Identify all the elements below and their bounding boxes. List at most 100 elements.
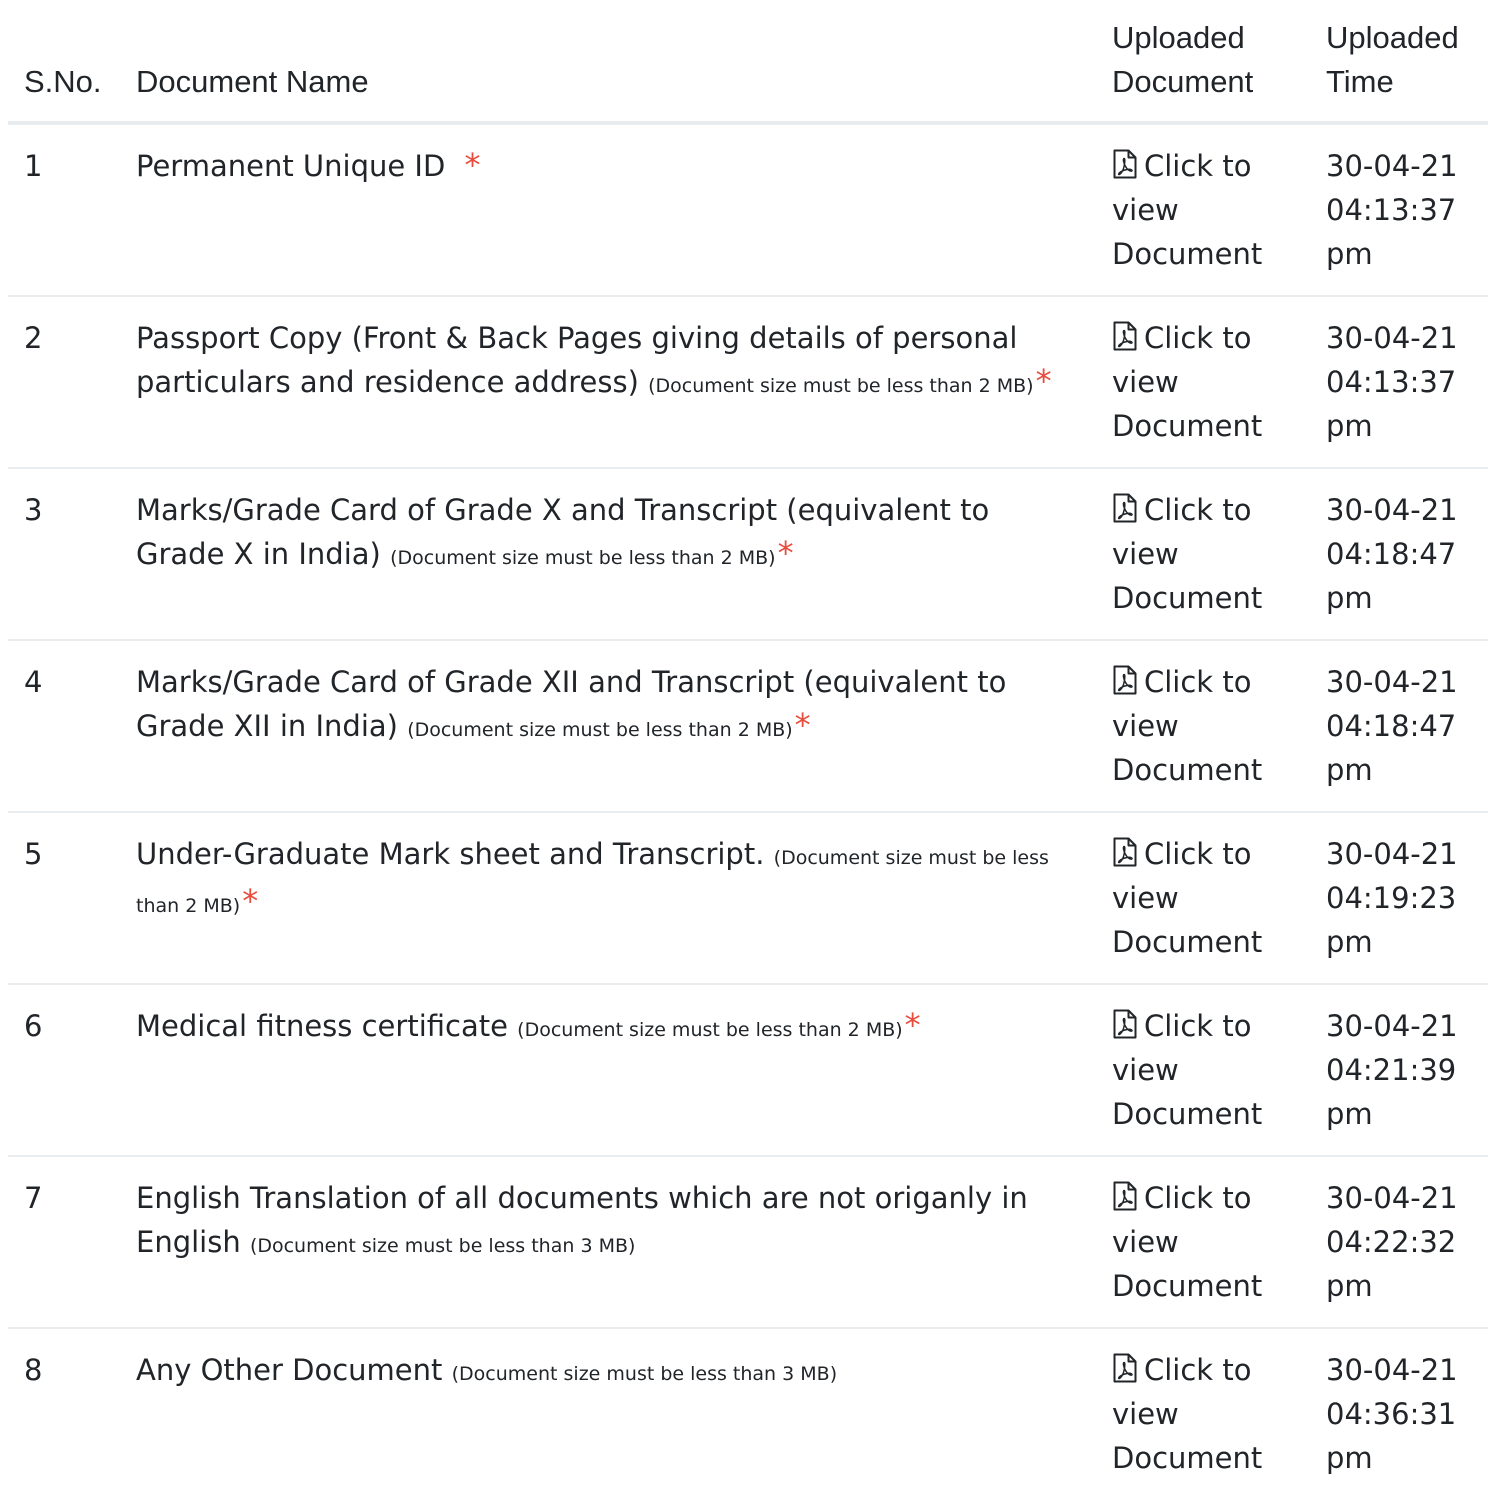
- view-document-link[interactable]: Click to view Document: [1112, 1009, 1262, 1131]
- uploaded-date: 30-04-21: [1326, 1009, 1458, 1043]
- row-document-name: Medical fitness certificate (Document si…: [120, 984, 1096, 1157]
- row-sno: 5: [8, 812, 120, 985]
- row-uploaded-time: 30-04-21 04:36:31 pm: [1310, 1328, 1488, 1499]
- row-sno-text: 7: [24, 1181, 43, 1215]
- pdf-file-icon: [1112, 491, 1138, 523]
- header-uploaded-time-line1: Uploaded: [1326, 20, 1459, 55]
- view-document-link[interactable]: Click to view Document: [1112, 149, 1262, 271]
- document-name-text: Medical fitness certificate: [136, 1009, 508, 1043]
- documents-table: S.No. Document Name Uploaded Document Up…: [8, 0, 1488, 1499]
- pdf-file-icon: [1112, 147, 1138, 179]
- document-size-note: (Document size must be less than 2 MB): [390, 547, 776, 569]
- row-sno: 6: [8, 984, 120, 1157]
- row-uploaded-document: Click to view Document: [1096, 984, 1310, 1157]
- uploaded-date: 30-04-21: [1326, 1181, 1458, 1215]
- table-row: 5 Under-Graduate Mark sheet and Transcri…: [8, 812, 1488, 985]
- uploaded-clock: 04:22:32: [1326, 1225, 1457, 1259]
- view-document-link[interactable]: Click to view Document: [1112, 1353, 1262, 1475]
- required-marker: *: [242, 882, 259, 920]
- table-header: S.No. Document Name Uploaded Document Up…: [8, 0, 1488, 125]
- document-name-text: Any Other Document: [136, 1353, 443, 1387]
- uploaded-clock: 04:21:39: [1326, 1053, 1457, 1087]
- row-uploaded-time: 30-04-21 04:13:37 pm: [1310, 296, 1488, 469]
- uploaded-clock: 04:18:47: [1326, 709, 1457, 743]
- row-uploaded-document: Click to view Document: [1096, 1156, 1310, 1329]
- row-uploaded-time: 30-04-21 04:13:37 pm: [1310, 123, 1488, 297]
- row-sno-text: 2: [24, 321, 43, 355]
- row-document-name: Marks/Grade Card of Grade X and Transcri…: [120, 468, 1096, 641]
- row-uploaded-document: Click to view Document: [1096, 640, 1310, 813]
- row-sno-text: 3: [24, 493, 43, 527]
- required-marker: *: [464, 146, 481, 184]
- uploaded-clock: 04:13:37: [1326, 193, 1457, 227]
- uploaded-clock: 04:19:23: [1326, 881, 1457, 915]
- row-document-name: Marks/Grade Card of Grade XII and Transc…: [120, 640, 1096, 813]
- row-uploaded-time: 30-04-21 04:22:32 pm: [1310, 1156, 1488, 1329]
- header-uploaded-document-line2: Document: [1112, 64, 1254, 99]
- view-document-link[interactable]: Click to view Document: [1112, 837, 1262, 959]
- uploaded-clock: 04:36:31: [1326, 1397, 1457, 1431]
- view-document-link[interactable]: Click to view Document: [1112, 493, 1262, 615]
- pdf-file-icon: [1112, 1007, 1138, 1039]
- row-document-name: Permanent Unique ID *: [120, 123, 1096, 297]
- uploaded-ampm: pm: [1326, 1441, 1373, 1475]
- row-sno: 4: [8, 640, 120, 813]
- row-sno-text: 6: [24, 1009, 43, 1043]
- pdf-file-icon: [1112, 835, 1138, 867]
- uploaded-clock: 04:13:37: [1326, 365, 1457, 399]
- row-sno-text: 4: [24, 665, 43, 699]
- row-uploaded-document: Click to view Document: [1096, 812, 1310, 985]
- required-marker: *: [1035, 362, 1052, 400]
- header-uploaded-document: Uploaded Document: [1096, 0, 1310, 125]
- row-uploaded-time: 30-04-21 04:21:39 pm: [1310, 984, 1488, 1157]
- uploaded-date: 30-04-21: [1326, 493, 1458, 527]
- table-row: 2 Passport Copy (Front & Back Pages givi…: [8, 296, 1488, 469]
- row-sno-text: 5: [24, 837, 43, 871]
- document-size-note: (Document size must be less than 3 MB): [249, 1235, 636, 1257]
- row-sno: 2: [8, 296, 120, 469]
- uploaded-ampm: pm: [1326, 581, 1373, 615]
- document-name-text: Permanent Unique ID: [136, 149, 446, 183]
- document-size-note: (Document size must be less than 2 MB): [517, 1019, 903, 1041]
- table-row: 3 Marks/Grade Card of Grade X and Transc…: [8, 468, 1488, 641]
- row-uploaded-time: 30-04-21 04:18:47 pm: [1310, 468, 1488, 641]
- row-sno-text: 1: [24, 149, 43, 183]
- uploaded-ampm: pm: [1326, 925, 1373, 959]
- uploaded-date: 30-04-21: [1326, 837, 1458, 871]
- document-size-note: (Document size must be less than 3 MB): [451, 1363, 838, 1385]
- pdf-file-icon: [1112, 1351, 1138, 1383]
- uploaded-ampm: pm: [1326, 409, 1373, 443]
- required-marker: *: [777, 534, 794, 572]
- uploaded-ampm: pm: [1326, 753, 1373, 787]
- table-row: 6 Medical fitness certificate (Document …: [8, 984, 1488, 1157]
- uploaded-date: 30-04-21: [1326, 321, 1458, 355]
- row-uploaded-document: Click to view Document: [1096, 296, 1310, 469]
- uploaded-ampm: pm: [1326, 1269, 1373, 1303]
- table-row: 4 Marks/Grade Card of Grade XII and Tran…: [8, 640, 1488, 813]
- header-uploaded-document-line1: Uploaded: [1112, 20, 1245, 55]
- row-document-name: Any Other Document (Document size must b…: [120, 1328, 1096, 1499]
- uploaded-date: 30-04-21: [1326, 665, 1458, 699]
- required-marker: *: [904, 1006, 921, 1044]
- row-uploaded-time: 30-04-21 04:18:47 pm: [1310, 640, 1488, 813]
- document-size-note: (Document size must be less than 2 MB): [648, 375, 1034, 397]
- table-row: 1 Permanent Unique ID * Click to view Do…: [8, 123, 1488, 297]
- view-document-link[interactable]: Click to view Document: [1112, 1181, 1262, 1303]
- uploaded-ampm: pm: [1326, 237, 1373, 271]
- row-sno: 1: [8, 123, 120, 297]
- row-uploaded-document: Click to view Document: [1096, 123, 1310, 297]
- pdf-file-icon: [1112, 663, 1138, 695]
- document-size-note: (Document size must be less than 2 MB): [407, 719, 793, 741]
- row-uploaded-time: 30-04-21 04:19:23 pm: [1310, 812, 1488, 985]
- pdf-file-icon: [1112, 1179, 1138, 1211]
- header-row: S.No. Document Name Uploaded Document Up…: [8, 0, 1488, 125]
- table-row: 8 Any Other Document (Document size must…: [8, 1328, 1488, 1499]
- header-uploaded-time-line2: Time: [1326, 64, 1394, 99]
- view-document-link[interactable]: Click to view Document: [1112, 665, 1262, 787]
- header-document-name: Document Name: [120, 0, 1096, 125]
- uploaded-ampm: pm: [1326, 1097, 1373, 1131]
- row-sno: 8: [8, 1328, 120, 1499]
- view-document-link[interactable]: Click to view Document: [1112, 321, 1262, 443]
- uploaded-clock: 04:18:47: [1326, 537, 1457, 571]
- header-uploaded-time: Uploaded Time: [1310, 0, 1488, 125]
